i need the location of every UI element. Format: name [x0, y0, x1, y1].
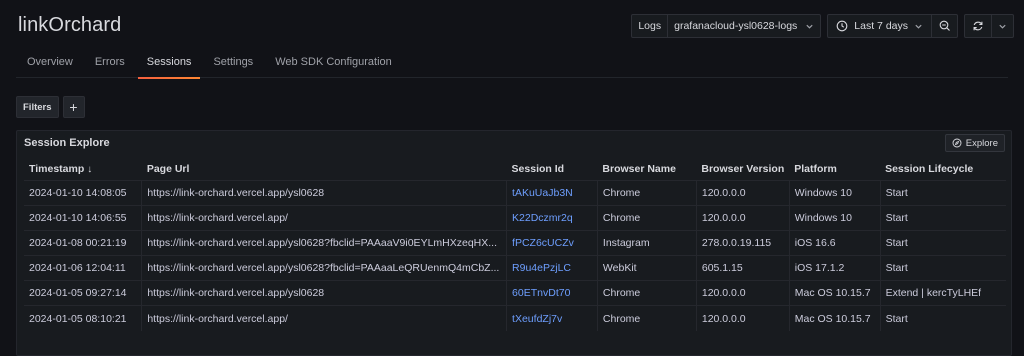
refresh-button[interactable] — [964, 14, 992, 38]
table-cell: Windows 10 — [788, 179, 881, 206]
refresh-icon — [972, 20, 984, 32]
column-header-platform[interactable]: Platform — [789, 158, 880, 180]
clock-icon — [836, 20, 848, 32]
table-cell: Chrome — [596, 305, 697, 332]
session-id-link[interactable]: R9u4ePzjLC — [506, 255, 598, 281]
table-cell: Windows 10 — [788, 204, 881, 231]
table-cell: https://link-orchard.vercel.app/ysl0628?… — [141, 229, 507, 256]
explore-label: Explore — [965, 137, 998, 149]
column-header-browser-version[interactable]: Browser Version — [696, 158, 789, 180]
column-header-label: Browser Name — [602, 162, 676, 175]
compass-icon — [952, 138, 962, 148]
table-cell: WebKit — [596, 255, 697, 281]
table-row[interactable]: 2024-01-10 14:06:55 https://link-orchard.… — [24, 204, 1006, 231]
panel-title: Session Explore — [24, 137, 110, 149]
column-header-label: Browser Version — [701, 162, 785, 175]
explore-button[interactable]: Explore — [944, 134, 1005, 152]
table-cell: 120.0.0.0 — [695, 179, 790, 206]
filters-button[interactable]: Filters — [16, 96, 59, 118]
table-cell: https://link-orchard.vercel.app/ysl0628 — [141, 280, 507, 306]
table-header-row: Timestamp ↓ Page Url Session Id Browser Name… — [24, 158, 1006, 180]
session-id-link[interactable]: tAKuUaJb3N — [506, 179, 598, 206]
table-cell: 2024-01-08 00:21:19 — [24, 229, 142, 256]
tab-web-sdk-configuration[interactable]: Web SDK Configuration — [264, 56, 403, 78]
datasource-select[interactable]: grafanacloud-ysl0628-logs — [668, 15, 820, 37]
chevron-down-icon — [998, 22, 1007, 31]
column-header-label: Page Url — [146, 162, 190, 175]
table-cell: 120.0.0.0 — [695, 305, 790, 332]
column-header-label: Platform — [794, 162, 837, 175]
table-cell: 2024-01-06 12:04:11 — [24, 255, 142, 281]
table-cell: Chrome — [596, 204, 697, 231]
table-cell: Start — [879, 305, 1006, 332]
table-cell: 2024-01-10 14:08:05 — [24, 179, 142, 206]
table-cell: Start — [879, 204, 1006, 231]
refresh-interval-button[interactable] — [992, 14, 1014, 38]
time-range-label: Last 7 days — [854, 20, 908, 32]
table-cell: https://link-orchard.vercel.app/ — [141, 305, 507, 332]
datasource-label: Logs — [632, 15, 669, 37]
table-cell: Start — [879, 255, 1006, 281]
table-cell: 278.0.0.19.115 — [695, 229, 790, 256]
zoom-out-button[interactable] — [932, 14, 958, 38]
tab-errors[interactable]: Errors — [84, 56, 136, 78]
time-picker-group: Last 7 days — [827, 14, 958, 38]
table-row[interactable]: 2024-01-06 12:04:11 https://link-orchard.… — [24, 255, 1006, 281]
chevron-down-icon — [805, 22, 814, 31]
refresh-group — [964, 14, 1014, 38]
zoom-out-icon — [939, 20, 951, 32]
tab-bar: Overview Errors Sessions Settings Web SDK Co… — [16, 56, 1008, 79]
time-range-button[interactable]: Last 7 days — [827, 14, 932, 38]
table-cell: 605.1.15 — [695, 255, 790, 281]
table-row[interactable]: 2024-01-08 00:21:19 https://link-orchard.… — [24, 229, 1006, 256]
table-cell: 2024-01-05 08:10:21 — [24, 305, 142, 332]
column-header-timestamp[interactable]: Timestamp ↓ — [24, 158, 142, 180]
tab-settings[interactable]: Settings — [202, 56, 264, 78]
session-explore-panel: Session Explore Explore Timestamp ↓ Page U… — [16, 130, 1012, 356]
datasource-picker[interactable]: Logs grafanacloud-ysl0628-logs — [631, 14, 822, 38]
column-header-label: Session Lifecycle — [885, 162, 974, 175]
table-cell: iOS 16.6 — [788, 229, 881, 256]
table-cell: 120.0.0.0 — [695, 204, 790, 231]
table-row[interactable]: 2024-01-05 08:10:21 https://link-orchard.… — [24, 305, 1006, 332]
table-cell: 120.0.0.0 — [695, 280, 790, 306]
table-cell: 2024-01-05 09:27:14 — [24, 280, 142, 306]
column-header-session-lifecycle[interactable]: Session Lifecycle — [880, 158, 1006, 180]
filters-row: Filters + — [16, 96, 85, 118]
table-cell: Extend | kercTyLHEf — [879, 280, 1006, 306]
table-cell: Mac OS 10.15.7 — [788, 280, 881, 306]
table-cell: https://link-orchard.vercel.app/ — [141, 204, 507, 231]
session-table: Timestamp ↓ Page Url Session Id Browser Name… — [24, 158, 1006, 332]
table-cell: https://link-orchard.vercel.app/ysl0628?… — [141, 255, 507, 281]
table-cell: Start — [879, 179, 1006, 206]
tab-sessions[interactable]: Sessions — [136, 56, 203, 79]
column-header-label: Timestamp — [29, 162, 85, 175]
add-filter-button[interactable]: + — [62, 96, 85, 118]
column-header-browser-name[interactable]: Browser Name — [597, 158, 696, 180]
table-cell: 2024-01-10 14:06:55 — [24, 204, 142, 231]
sort-down-icon: ↓ — [87, 163, 93, 175]
datasource-value: grafanacloud-ysl0628-logs — [674, 20, 798, 32]
column-header-label: Session Id — [511, 162, 565, 175]
table-cell: Chrome — [596, 280, 697, 306]
column-header-page-url[interactable]: Page Url — [142, 158, 507, 180]
table-cell: Mac OS 10.15.7 — [788, 305, 881, 332]
table-cell: Chrome — [596, 179, 697, 206]
tab-overview[interactable]: Overview — [16, 56, 84, 78]
table-row[interactable]: 2024-01-10 14:08:05 https://link-orchard.… — [24, 179, 1006, 206]
session-id-link[interactable]: fPCZ6cUCZv — [506, 229, 598, 256]
session-id-link[interactable]: 60ETnvDt70 — [506, 280, 598, 306]
table-cell: iOS 17.1.2 — [788, 255, 881, 281]
table-cell: https://link-orchard.vercel.app/ysl0628 — [141, 179, 507, 206]
page-title: linkOrchard — [18, 14, 122, 36]
session-id-link[interactable]: tXeufdZj7v — [506, 305, 598, 332]
table-cell: Instagram — [596, 229, 697, 256]
table-row[interactable]: 2024-01-05 09:27:14 https://link-orchard.… — [24, 280, 1006, 306]
toolbar: Logs grafanacloud-ysl0628-logs Last 7 da… — [631, 14, 1014, 38]
chevron-down-icon — [914, 22, 923, 31]
column-header-session-id[interactable]: Session Id — [507, 158, 598, 180]
session-id-link[interactable]: K22Dczmr2q — [506, 204, 598, 231]
table-cell: Start — [879, 229, 1006, 256]
